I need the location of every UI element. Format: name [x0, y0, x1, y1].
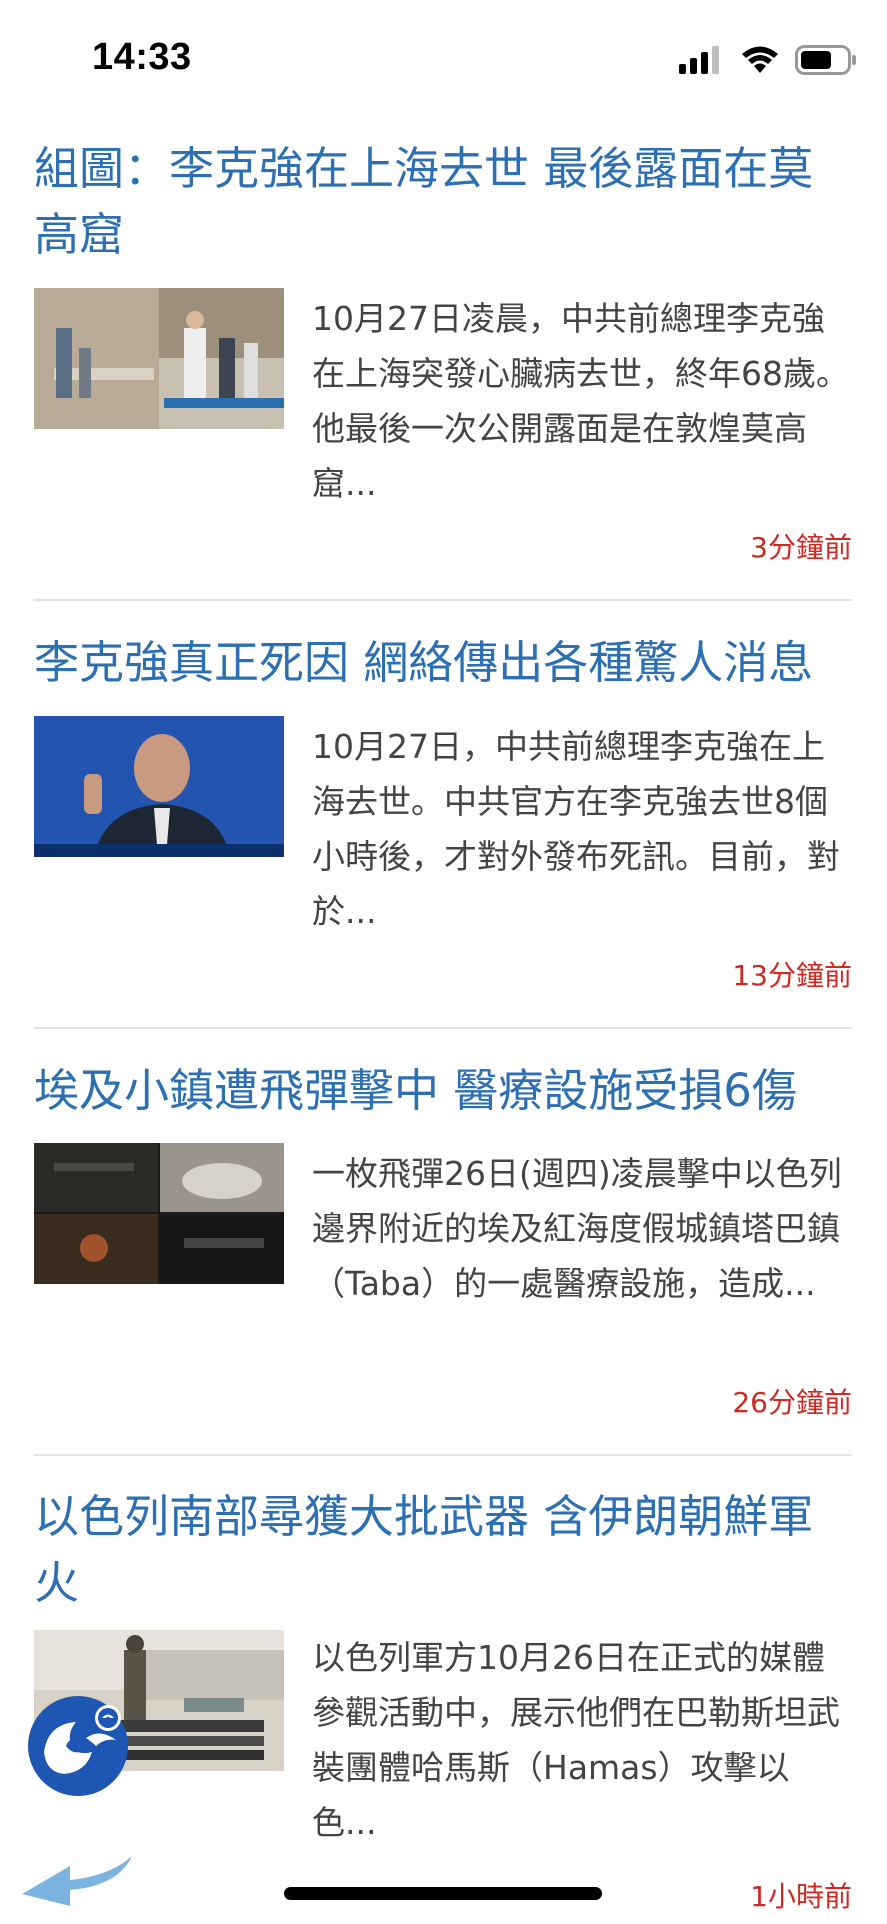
article-thumbnail[interactable] [34, 716, 284, 857]
status-bar: 14:33 [0, 0, 887, 110]
article-thumbnail[interactable] [34, 1143, 284, 1284]
back-button[interactable] [18, 1854, 138, 1920]
article-title[interactable]: 以色列南部尋獲大批武器 含伊朗朝鮮軍火 [34, 1484, 852, 1616]
home-indicator[interactable] [284, 1887, 602, 1900]
article-summary: 10月27日，中共前總理李克強在上海去世。中共官方在李克強去世8個小時後，才對外… [312, 727, 840, 931]
article-item[interactable]: 李克強真正死因 網絡傳出各種驚人消息 10月27日，中共前總理李克強在上海去世。… [34, 630, 852, 1010]
divider [34, 1027, 852, 1029]
article-time: 1小時前 [750, 1880, 852, 1913]
wifi-icon [742, 46, 778, 73]
divider [34, 1454, 852, 1456]
status-icons [679, 40, 857, 80]
article-item[interactable]: 以色列南部尋獲大批武器 含伊朗朝鮮軍火 以色列軍方10月26日在正式的媒體參觀活… [34, 1484, 852, 1920]
article-title[interactable]: 李克強真正死因 網絡傳出各種驚人消息 [34, 630, 852, 696]
article-item[interactable]: 埃及小鎮遭飛彈擊中 醫療設施受損6傷 一枚飛彈26日(週四)凌晨擊中以色列邊界附… [34, 1058, 852, 1438]
divider [34, 599, 852, 601]
back-arrow-icon [22, 1856, 132, 1906]
app-logo-icon[interactable] [26, 1694, 130, 1798]
article-title[interactable]: 埃及小鎮遭飛彈擊中 醫療設施受損6傷 [34, 1058, 852, 1124]
article-summary: 以色列軍方10月26日在正式的媒體參觀活動中，展示他們在巴勒斯坦武裝團體哈馬斯（… [312, 1638, 840, 1842]
article-time: 13分鐘前 [732, 959, 852, 992]
article-summary: 10月27日凌晨，中共前總理李克強在上海突發心臟病去世，終年68歲。他最後一次公… [312, 299, 849, 503]
article-title[interactable]: 組圖：李克強在上海去世 最後露面在莫高窟 [34, 136, 852, 268]
article-time: 26分鐘前 [732, 1386, 852, 1419]
article-thumbnail[interactable] [34, 288, 284, 429]
signal-bars-icon [679, 46, 719, 74]
article-time: 3分鐘前 [750, 531, 852, 564]
battery-icon [795, 45, 856, 75]
article-item[interactable]: 組圖：李克強在上海去世 最後露面在莫高窟 10月27日凌晨，中共前總理李克強在上… [34, 136, 852, 576]
article-summary: 一枚飛彈26日(週四)凌晨擊中以色列邊界附近的埃及紅海度假城鎮塔巴鎮（Taba）… [312, 1154, 842, 1303]
status-time: 14:33 [92, 36, 192, 78]
